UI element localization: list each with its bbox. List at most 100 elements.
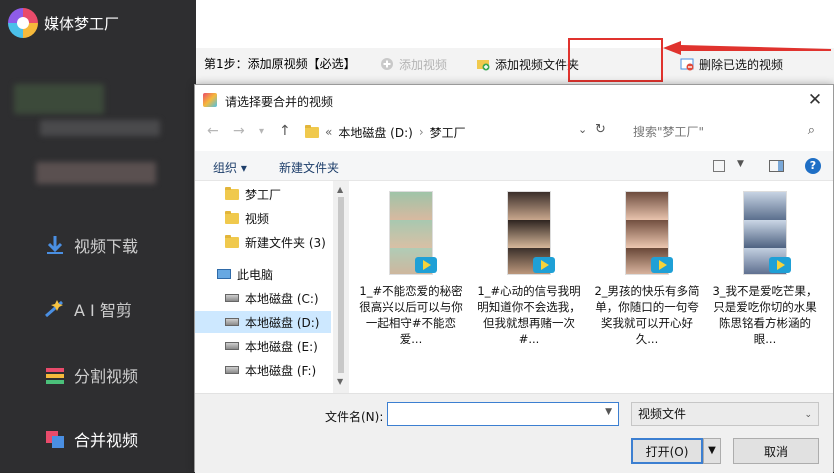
tree-item-label: 本地磁盘 (F:)	[245, 363, 317, 378]
add-video-label: 添加视频	[399, 57, 448, 72]
blurred-content	[40, 120, 160, 136]
video-play-icon	[651, 257, 673, 273]
tree-item-this-pc[interactable]: 此电脑	[217, 263, 331, 285]
open-dropdown-icon[interactable]: ▼	[703, 438, 721, 464]
filename-label: 文件名(N):	[325, 410, 384, 424]
view-mode-icon[interactable]	[713, 160, 725, 172]
address-dropdown-icon[interactable]: ⌄	[578, 123, 587, 136]
scroll-up-icon[interactable]: ▲	[337, 185, 343, 194]
dialog-title-bar: 请选择要合并的视频 ✕	[195, 85, 833, 115]
drive-icon	[225, 366, 239, 374]
tree-item-drive-f[interactable]: 本地磁盘 (F:)	[225, 359, 331, 381]
close-icon[interactable]: ✕	[805, 90, 825, 110]
address-bar[interactable]: « 本地磁盘 (D:) › 梦工厂	[299, 120, 621, 144]
tree-item-label: 此电脑	[237, 267, 274, 282]
delete-selected-label: 删除已选的视频	[699, 57, 784, 72]
tree-item-label: 本地磁盘 (C:)	[245, 291, 319, 306]
folder-icon	[225, 210, 239, 224]
breadcrumb-separator: ›	[418, 125, 424, 139]
filename-field[interactable]: ▼	[387, 402, 619, 426]
app-name: 媒体梦工厂	[44, 15, 120, 33]
tree-item-new-folder-3[interactable]: 新建文件夹 (3)	[225, 231, 331, 253]
add-folder-icon	[476, 57, 490, 71]
search-box[interactable]: ⌕	[625, 120, 825, 144]
breadcrumb-drive[interactable]: 本地磁盘 (D:)	[338, 124, 412, 141]
folder-icon	[305, 124, 319, 138]
filename-dropdown-icon[interactable]: ▼	[605, 407, 612, 417]
folder-icon	[225, 186, 239, 200]
drive-icon	[225, 318, 239, 326]
filetype-select[interactable]: 视频文件 ⌄	[631, 402, 819, 426]
blurred-content	[36, 162, 156, 184]
nav-label: 合并视频	[74, 431, 139, 450]
nav-split-video[interactable]: 分割视频	[44, 358, 194, 392]
folder-icon	[225, 234, 239, 248]
tree-item-label: 本地磁盘 (E:)	[245, 339, 318, 354]
navigation-tree: 梦工厂 视频 新建文件夹 (3) 此电脑 本地磁盘 (C:) 本地磁盘 (D:)…	[195, 181, 349, 393]
nav-video-download[interactable]: 视频下载	[44, 228, 194, 262]
preview-pane-icon[interactable]	[769, 160, 784, 172]
blurred-content	[14, 84, 104, 114]
open-button[interactable]: 打开(O)	[631, 438, 703, 464]
nav-label: 分割视频	[74, 367, 139, 386]
filetype-dropdown-icon: ⌄	[804, 410, 812, 420]
ai-cut-icon	[44, 298, 66, 320]
annotation-highlight-box	[568, 38, 663, 82]
up-arrow-icon[interactable]: ↑	[279, 123, 291, 139]
breadcrumb-folder[interactable]: 梦工厂	[430, 124, 466, 141]
add-folder-button[interactable]: 添加视频文件夹	[476, 54, 579, 74]
split-video-icon	[44, 364, 66, 386]
history-dropdown-icon[interactable]: ▾	[259, 126, 264, 137]
video-play-icon	[769, 257, 791, 273]
address-prefix: «	[325, 125, 333, 139]
file-name: 2_男孩的快乐有多简单，你随口的一句夸奖我就可以开心好久...	[594, 284, 700, 346]
nav-merge-video[interactable]: 合并视频	[44, 422, 194, 456]
tree-item-label: 新建文件夹 (3)	[245, 235, 326, 250]
add-icon	[380, 57, 394, 71]
view-dropdown-icon[interactable]: ▼	[737, 159, 744, 169]
add-folder-label: 添加视频文件夹	[495, 57, 580, 72]
merge-video-icon	[44, 428, 66, 450]
tree-item-label: 视频	[245, 211, 270, 226]
app-logo	[8, 8, 38, 38]
filetype-value: 视频文件	[638, 407, 687, 421]
drive-icon	[225, 294, 239, 302]
file-name: 1_#心动的信号我明明知道你不会选我，但我就想再赌一次#...	[477, 284, 581, 346]
search-icon: ⌕	[807, 123, 815, 138]
new-folder-button[interactable]: 新建文件夹	[279, 159, 339, 176]
nav-label: A I 智剪	[74, 301, 132, 320]
back-arrow-icon[interactable]: ←	[207, 123, 219, 139]
app-sidebar: 媒体梦工厂 视频下载 A I 智剪 分割视频 合并视频	[0, 0, 196, 472]
forward-arrow-icon[interactable]: →	[233, 123, 245, 139]
cancel-button[interactable]: 取消	[733, 438, 819, 464]
search-input[interactable]	[633, 125, 793, 139]
step-label: 第1步：添加原视频【必选】	[204, 57, 356, 71]
tree-item-drive-c[interactable]: 本地磁盘 (C:)	[225, 287, 331, 309]
nav-ai-cut[interactable]: A I 智剪	[44, 292, 194, 326]
filename-input[interactable]	[388, 403, 594, 425]
add-video-button[interactable]: 添加视频	[380, 54, 447, 74]
delete-icon	[680, 57, 694, 71]
nav-label: 视频下载	[74, 237, 139, 256]
tree-item-drive-d[interactable]: 本地磁盘 (D:)	[195, 311, 331, 333]
organize-menu[interactable]: 组织 ▾	[213, 159, 247, 176]
delete-selected-button[interactable]: 删除已选的视频	[680, 54, 783, 74]
video-play-icon	[533, 257, 555, 273]
annotation-arrow	[663, 41, 831, 55]
tree-item-drive-e[interactable]: 本地磁盘 (E:)	[225, 335, 331, 357]
help-icon[interactable]: ?	[805, 158, 821, 174]
scroll-down-icon[interactable]: ▼	[337, 377, 343, 386]
dialog-footer: 文件名(N): ▼ 视频文件 ⌄ 打开(O) ▼ 取消	[195, 393, 833, 473]
tree-item-video[interactable]: 视频	[225, 207, 331, 229]
refresh-icon[interactable]: ↻	[595, 122, 606, 137]
tree-item-label: 本地磁盘 (D:)	[245, 315, 320, 330]
drive-icon	[225, 342, 239, 350]
file-name: 1_#不能恋爱的秘密很高兴以后可以与你一起相守#不能恋爱...	[359, 284, 463, 346]
file-open-dialog: 请选择要合并的视频 ✕ ← → ▾ ↑ « 本地磁盘 (D:) › 梦工厂 ⌄ …	[194, 84, 834, 473]
download-icon	[44, 234, 66, 256]
scrollbar-thumb[interactable]	[338, 197, 344, 373]
command-bar: 组织 ▾ 新建文件夹 ▼ ?	[195, 151, 833, 181]
dialog-title: 请选择要合并的视频	[225, 95, 334, 109]
tree-item-dream-factory[interactable]: 梦工厂	[225, 183, 331, 205]
computer-icon	[217, 269, 231, 279]
